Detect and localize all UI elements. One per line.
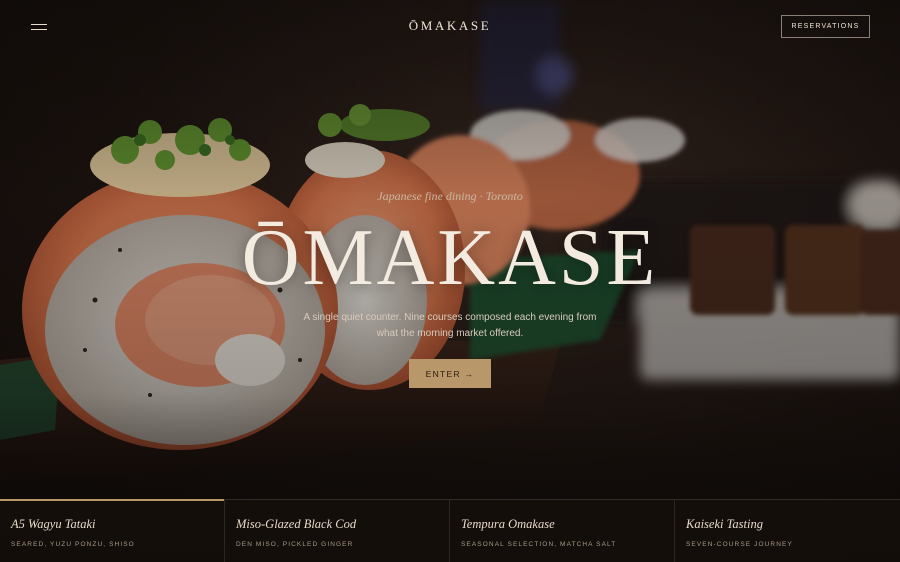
dish-description: DEN MISO, PICKLED GINGER bbox=[236, 541, 354, 548]
dish-item[interactable]: Tempura Omakase SEASONAL SELECTION, MATC… bbox=[450, 500, 675, 562]
dish-name: Kaiseki Tasting bbox=[686, 517, 763, 531]
dish-strip: A5 Wagyu Tataki SEARED, YUZU PONZU, SHIS… bbox=[0, 499, 900, 562]
brand-logo[interactable]: ŌMAKASE bbox=[0, 18, 900, 34]
hero-eyebrow: Japanese fine dining · Toronto bbox=[377, 189, 523, 203]
dish-item[interactable]: Kaiseki Tasting SEVEN-COURSE JOURNEY bbox=[675, 500, 900, 562]
dish-item[interactable]: A5 Wagyu Tataki SEARED, YUZU PONZU, SHIS… bbox=[0, 499, 225, 562]
hero-title: ŌMAKASE bbox=[241, 214, 659, 302]
reservations-button[interactable]: RESERVATIONS bbox=[781, 15, 870, 38]
dish-description: SEARED, YUZU PONZU, SHISO bbox=[11, 541, 135, 548]
dish-item[interactable]: Miso-Glazed Black Cod DEN MISO, PICKLED … bbox=[225, 500, 450, 562]
enter-button[interactable]: ENTER → bbox=[409, 359, 491, 388]
dish-description: SEASONAL SELECTION, MATCHA SALT bbox=[461, 541, 617, 548]
dish-name: A5 Wagyu Tataki bbox=[11, 517, 96, 531]
dish-description: SEVEN-COURSE JOURNEY bbox=[686, 541, 793, 548]
dish-name: Miso-Glazed Black Cod bbox=[236, 517, 357, 531]
dish-name: Tempura Omakase bbox=[461, 517, 555, 531]
hero-tagline: A single quiet counter. Nine courses com… bbox=[303, 312, 597, 339]
